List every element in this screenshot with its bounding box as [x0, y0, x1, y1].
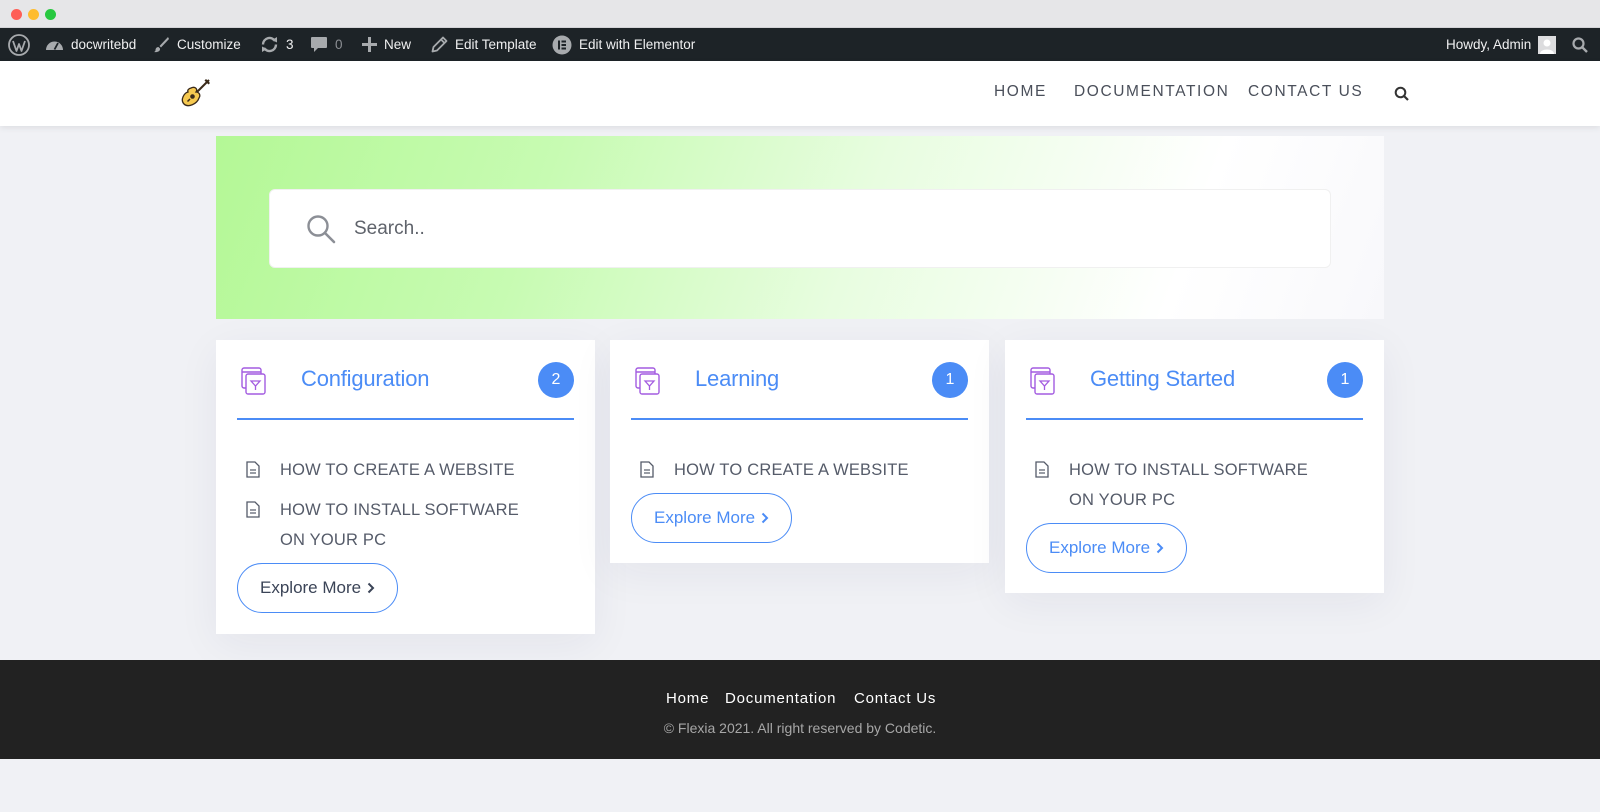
explore-more-button[interactable]: Explore More — [1026, 523, 1188, 573]
doc-title: HOW TO CREATE A WEBSITE — [280, 461, 515, 479]
new-content-menu[interactable]: New — [362, 28, 411, 61]
folder-document-icon — [1030, 367, 1055, 395]
refresh-icon — [261, 36, 278, 53]
edit-elementor-link[interactable]: Edit with Elementor — [552, 28, 695, 61]
site-name: docwritebd — [71, 37, 137, 52]
site-footer: Home Documentation Contact Us © Flexia 2… — [0, 660, 1600, 759]
footer-link-contact-us[interactable]: Contact Us — [854, 690, 936, 707]
footer-link-home[interactable]: Home — [666, 690, 709, 707]
explore-more-button[interactable]: Explore More — [631, 493, 793, 543]
admin-search-button[interactable] — [1572, 28, 1588, 61]
my-account-menu[interactable]: Howdy, Admin — [1446, 28, 1557, 61]
document-icon — [246, 501, 260, 518]
edit-elementor-label: Edit with Elementor — [579, 37, 696, 52]
updates-count: 3 — [286, 37, 294, 52]
updates-link[interactable]: 3 — [260, 28, 294, 61]
category-card: Configuration 2 HOW TO CREATE A WEBSITE … — [216, 340, 595, 634]
chevron-right-icon — [761, 512, 769, 524]
search-icon — [1572, 36, 1588, 53]
explore-more-label: Explore More — [654, 508, 756, 527]
doc-link[interactable]: HOW TO INSTALL SOFTWARE ON YOUR PC — [246, 495, 546, 555]
folder-document-icon — [241, 367, 266, 395]
document-icon — [1035, 461, 1049, 478]
doc-title: HOW TO CREATE A WEBSITE — [674, 461, 909, 479]
doc-search-box — [269, 189, 1331, 268]
comments-link[interactable]: 0 — [310, 28, 343, 61]
hero-banner — [216, 136, 1384, 319]
doc-link[interactable]: HOW TO INSTALL SOFTWARE ON YOUR PC — [1035, 455, 1335, 515]
folder-document-icon — [635, 367, 660, 395]
howdy-label: Howdy, Admin — [1446, 37, 1532, 52]
explore-more-label: Explore More — [260, 578, 362, 597]
elementor-icon — [552, 35, 572, 54]
edit-template-link[interactable]: Edit Template — [431, 28, 537, 61]
wordpress-menu[interactable] — [8, 28, 30, 61]
window-titlebar — [0, 0, 1600, 28]
document-icon — [640, 461, 654, 478]
copyright-text: © Flexia 2021. All right reserved by Cod… — [663, 720, 937, 736]
customize-label: Customize — [177, 37, 241, 52]
category-count-badge: 1 — [1327, 362, 1363, 398]
minimize-window-button[interactable] — [28, 9, 39, 20]
doc-title: HOW TO INSTALL SOFTWARE ON YOUR PC — [280, 501, 519, 549]
nav-documentation[interactable]: DOCUMENTATION — [1074, 83, 1229, 101]
doc-link[interactable]: HOW TO CREATE A WEBSITE — [246, 455, 566, 485]
site-name-menu[interactable]: docwritebd — [45, 28, 136, 61]
search-icon[interactable] — [1393, 85, 1411, 103]
category-count-badge: 1 — [932, 362, 968, 398]
pencil-icon — [431, 36, 448, 53]
comment-icon — [311, 37, 327, 52]
category-title[interactable]: Learning — [695, 366, 779, 392]
category-header: Learning 1 — [631, 340, 968, 420]
customize-link[interactable]: Customize — [153, 28, 241, 61]
new-label: New — [384, 37, 412, 52]
explore-more-button[interactable]: Explore More — [237, 563, 399, 613]
category-title[interactable]: Configuration — [301, 366, 429, 392]
category-title[interactable]: Getting Started — [1090, 366, 1235, 392]
doc-search-input[interactable] — [354, 210, 1254, 248]
wp-admin-bar: docwritebd Customize 3 0 New Edit Templa… — [0, 28, 1600, 61]
brush-icon — [154, 37, 169, 53]
wordpress-logo-icon — [8, 33, 30, 56]
chevron-right-icon — [367, 582, 375, 594]
plus-icon — [362, 37, 377, 52]
category-card: Learning 1 HOW TO CREATE A WEBSITE Explo… — [610, 340, 989, 563]
category-count-badge: 2 — [538, 362, 574, 398]
dashboard-icon — [46, 41, 63, 50]
doc-link[interactable]: HOW TO CREATE A WEBSITE — [640, 455, 960, 485]
site-header: HOME DOCUMENTATION CONTACT US — [0, 61, 1600, 126]
close-window-button[interactable] — [11, 9, 22, 20]
footer-link-documentation[interactable]: Documentation — [725, 690, 836, 707]
maximize-window-button[interactable] — [45, 9, 56, 20]
category-header: Getting Started 1 — [1026, 340, 1363, 420]
comments-count: 0 — [335, 37, 343, 52]
guitar-icon[interactable] — [180, 77, 212, 109]
category-header: Configuration 2 — [237, 340, 574, 420]
avatar — [1538, 35, 1557, 54]
doc-title: HOW TO INSTALL SOFTWARE ON YOUR PC — [1069, 461, 1308, 509]
nav-home[interactable]: HOME — [994, 83, 1047, 101]
explore-more-label: Explore More — [1049, 538, 1151, 557]
edit-template-label: Edit Template — [455, 37, 537, 52]
document-icon — [246, 461, 260, 478]
chevron-right-icon — [1156, 542, 1164, 554]
nav-contact-us[interactable]: CONTACT US — [1248, 83, 1363, 101]
category-card: Getting Started 1 HOW TO INSTALL SOFTWAR… — [1005, 340, 1384, 593]
search-icon — [307, 215, 336, 244]
